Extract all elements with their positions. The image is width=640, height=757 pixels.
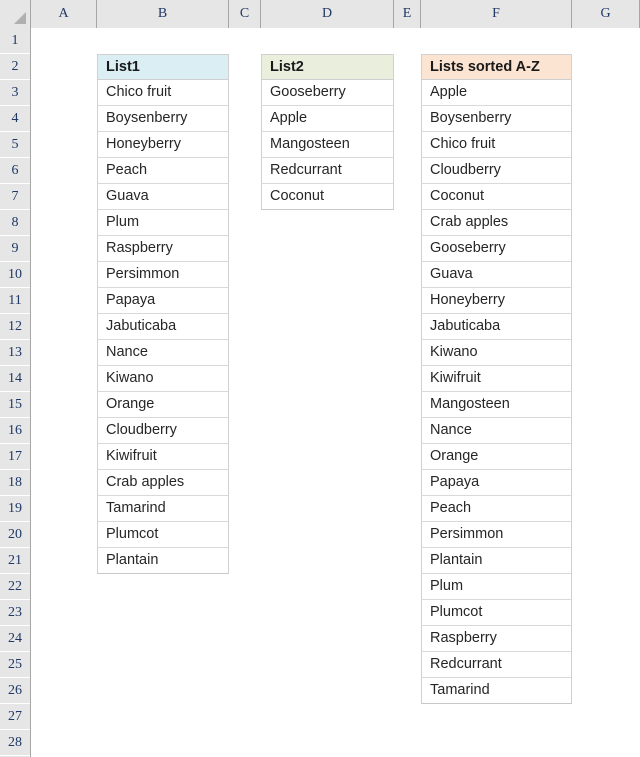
cell-sorted-21[interactable]: Plumcot (421, 600, 572, 626)
row-header-28[interactable]: 28 (0, 730, 30, 756)
row-header-2[interactable]: 2 (0, 54, 30, 80)
cell-list1-12[interactable]: Kiwano (97, 366, 229, 392)
row-header-25[interactable]: 25 (0, 652, 30, 678)
cell-list1-17[interactable]: Tamarind (97, 496, 229, 522)
cell-sorted-12[interactable]: Kiwifruit (421, 366, 572, 392)
cell-sorted-17[interactable]: Peach (421, 496, 572, 522)
grid-area: List1 Chico fruit Boysenberry Honeyberry Pea… (31, 28, 640, 757)
cell-sorted-16[interactable]: Papaya (421, 470, 572, 496)
cell-list1-10[interactable]: Jabuticaba (97, 314, 229, 340)
cell-list2-2[interactable]: Apple (261, 106, 394, 132)
cell-list1-5[interactable]: Guava (97, 184, 229, 210)
table-header-list2[interactable]: List2 (261, 54, 394, 80)
table-list2: List2 Gooseberry Apple Mangosteen Redcurrant… (261, 54, 394, 210)
row-header-22[interactable]: 22 (0, 574, 30, 600)
cell-list1-19[interactable]: Plantain (97, 548, 229, 574)
cell-list1-4[interactable]: Peach (97, 158, 229, 184)
cell-sorted-15[interactable]: Orange (421, 444, 572, 470)
cell-sorted-2[interactable]: Boysenberry (421, 106, 572, 132)
row-header-4[interactable]: 4 (0, 106, 30, 132)
cell-sorted-20[interactable]: Plum (421, 574, 572, 600)
row-header-1[interactable]: 1 (0, 28, 30, 54)
table-header-sorted[interactable]: Lists sorted A-Z (421, 54, 572, 80)
row-header-21[interactable]: 21 (0, 548, 30, 574)
row-header-15[interactable]: 15 (0, 392, 30, 418)
cell-list1-3[interactable]: Honeyberry (97, 132, 229, 158)
cell-sorted-23[interactable]: Redcurrant (421, 652, 572, 678)
column-header-b[interactable]: B (97, 0, 229, 28)
cell-sorted-24[interactable]: Tamarind (421, 678, 572, 704)
cell-list2-3[interactable]: Mangosteen (261, 132, 394, 158)
row-header-7[interactable]: 7 (0, 184, 30, 210)
cell-sorted-13[interactable]: Mangosteen (421, 392, 572, 418)
row-header-27[interactable]: 27 (0, 704, 30, 730)
row-header-8[interactable]: 8 (0, 210, 30, 236)
row-header-24[interactable]: 24 (0, 626, 30, 652)
column-header-a[interactable]: A (31, 0, 97, 28)
cell-list2-5[interactable]: Coconut (261, 184, 394, 210)
row-header-5[interactable]: 5 (0, 132, 30, 158)
cell-sorted-22[interactable]: Raspberry (421, 626, 572, 652)
row-header-16[interactable]: 16 (0, 418, 30, 444)
cell-list1-9[interactable]: Papaya (97, 288, 229, 314)
column-header-g[interactable]: G (572, 0, 640, 28)
row-header-3[interactable]: 3 (0, 80, 30, 106)
cell-sorted-7[interactable]: Gooseberry (421, 236, 572, 262)
cell-sorted-10[interactable]: Jabuticaba (421, 314, 572, 340)
row-header-6[interactable]: 6 (0, 158, 30, 184)
cell-list1-15[interactable]: Kiwifruit (97, 444, 229, 470)
spreadsheet-canvas: ABCDEFG 1 2 3 4 5 6 7 8 9 10 11 12 13 14 15 16 17 18 19 20 2… (0, 0, 640, 757)
cell-list1-18[interactable]: Plumcot (97, 522, 229, 548)
cell-sorted-11[interactable]: Kiwano (421, 340, 572, 366)
cell-list1-8[interactable]: Persimmon (97, 262, 229, 288)
row-header-20[interactable]: 20 (0, 522, 30, 548)
column-header-f[interactable]: F (421, 0, 572, 28)
column-header-c[interactable]: C (229, 0, 261, 28)
row-header-10[interactable]: 10 (0, 262, 30, 288)
cell-list1-7[interactable]: Raspberry (97, 236, 229, 262)
row-header-13[interactable]: 13 (0, 340, 30, 366)
table-list1: List1 Chico fruit Boysenberry Honeyberry Pea… (97, 54, 229, 574)
cell-list1-2[interactable]: Boysenberry (97, 106, 229, 132)
cell-list1-1[interactable]: Chico fruit (97, 80, 229, 106)
cell-sorted-8[interactable]: Guava (421, 262, 572, 288)
cell-sorted-6[interactable]: Crab apples (421, 210, 572, 236)
cell-sorted-14[interactable]: Nance (421, 418, 572, 444)
table-header-list1[interactable]: List1 (97, 54, 229, 80)
cell-sorted-18[interactable]: Persimmon (421, 522, 572, 548)
row-header-19[interactable]: 19 (0, 496, 30, 522)
row-header-9[interactable]: 9 (0, 236, 30, 262)
row-header-26[interactable]: 26 (0, 678, 30, 704)
cell-list1-14[interactable]: Cloudberry (97, 418, 229, 444)
row-header-23[interactable]: 23 (0, 600, 30, 626)
row-header-14[interactable]: 14 (0, 366, 30, 392)
cell-list1-6[interactable]: Plum (97, 210, 229, 236)
cell-sorted-1[interactable]: Apple (421, 80, 572, 106)
select-all-corner[interactable] (0, 0, 31, 28)
cell-sorted-19[interactable]: Plantain (421, 548, 572, 574)
cell-list2-1[interactable]: Gooseberry (261, 80, 394, 106)
cell-sorted-9[interactable]: Honeyberry (421, 288, 572, 314)
select-all-triangle-icon (14, 12, 26, 24)
row-header-18[interactable]: 18 (0, 470, 30, 496)
cell-sorted-5[interactable]: Coconut (421, 184, 572, 210)
row-header-11[interactable]: 11 (0, 288, 30, 314)
cell-list1-16[interactable]: Crab apples (97, 470, 229, 496)
cell-sorted-3[interactable]: Chico fruit (421, 132, 572, 158)
table-lists-sorted: Lists sorted A-Z Apple Boysenberry Chico fr… (421, 54, 572, 704)
cell-list1-13[interactable]: Orange (97, 392, 229, 418)
cell-list1-11[interactable]: Nance (97, 340, 229, 366)
cell-sorted-4[interactable]: Cloudberry (421, 158, 572, 184)
row-header-17[interactable]: 17 (0, 444, 30, 470)
row-header-12[interactable]: 12 (0, 314, 30, 340)
column-header-e[interactable]: E (394, 0, 421, 28)
cell-list2-4[interactable]: Redcurrant (261, 158, 394, 184)
column-header-d[interactable]: D (261, 0, 394, 28)
